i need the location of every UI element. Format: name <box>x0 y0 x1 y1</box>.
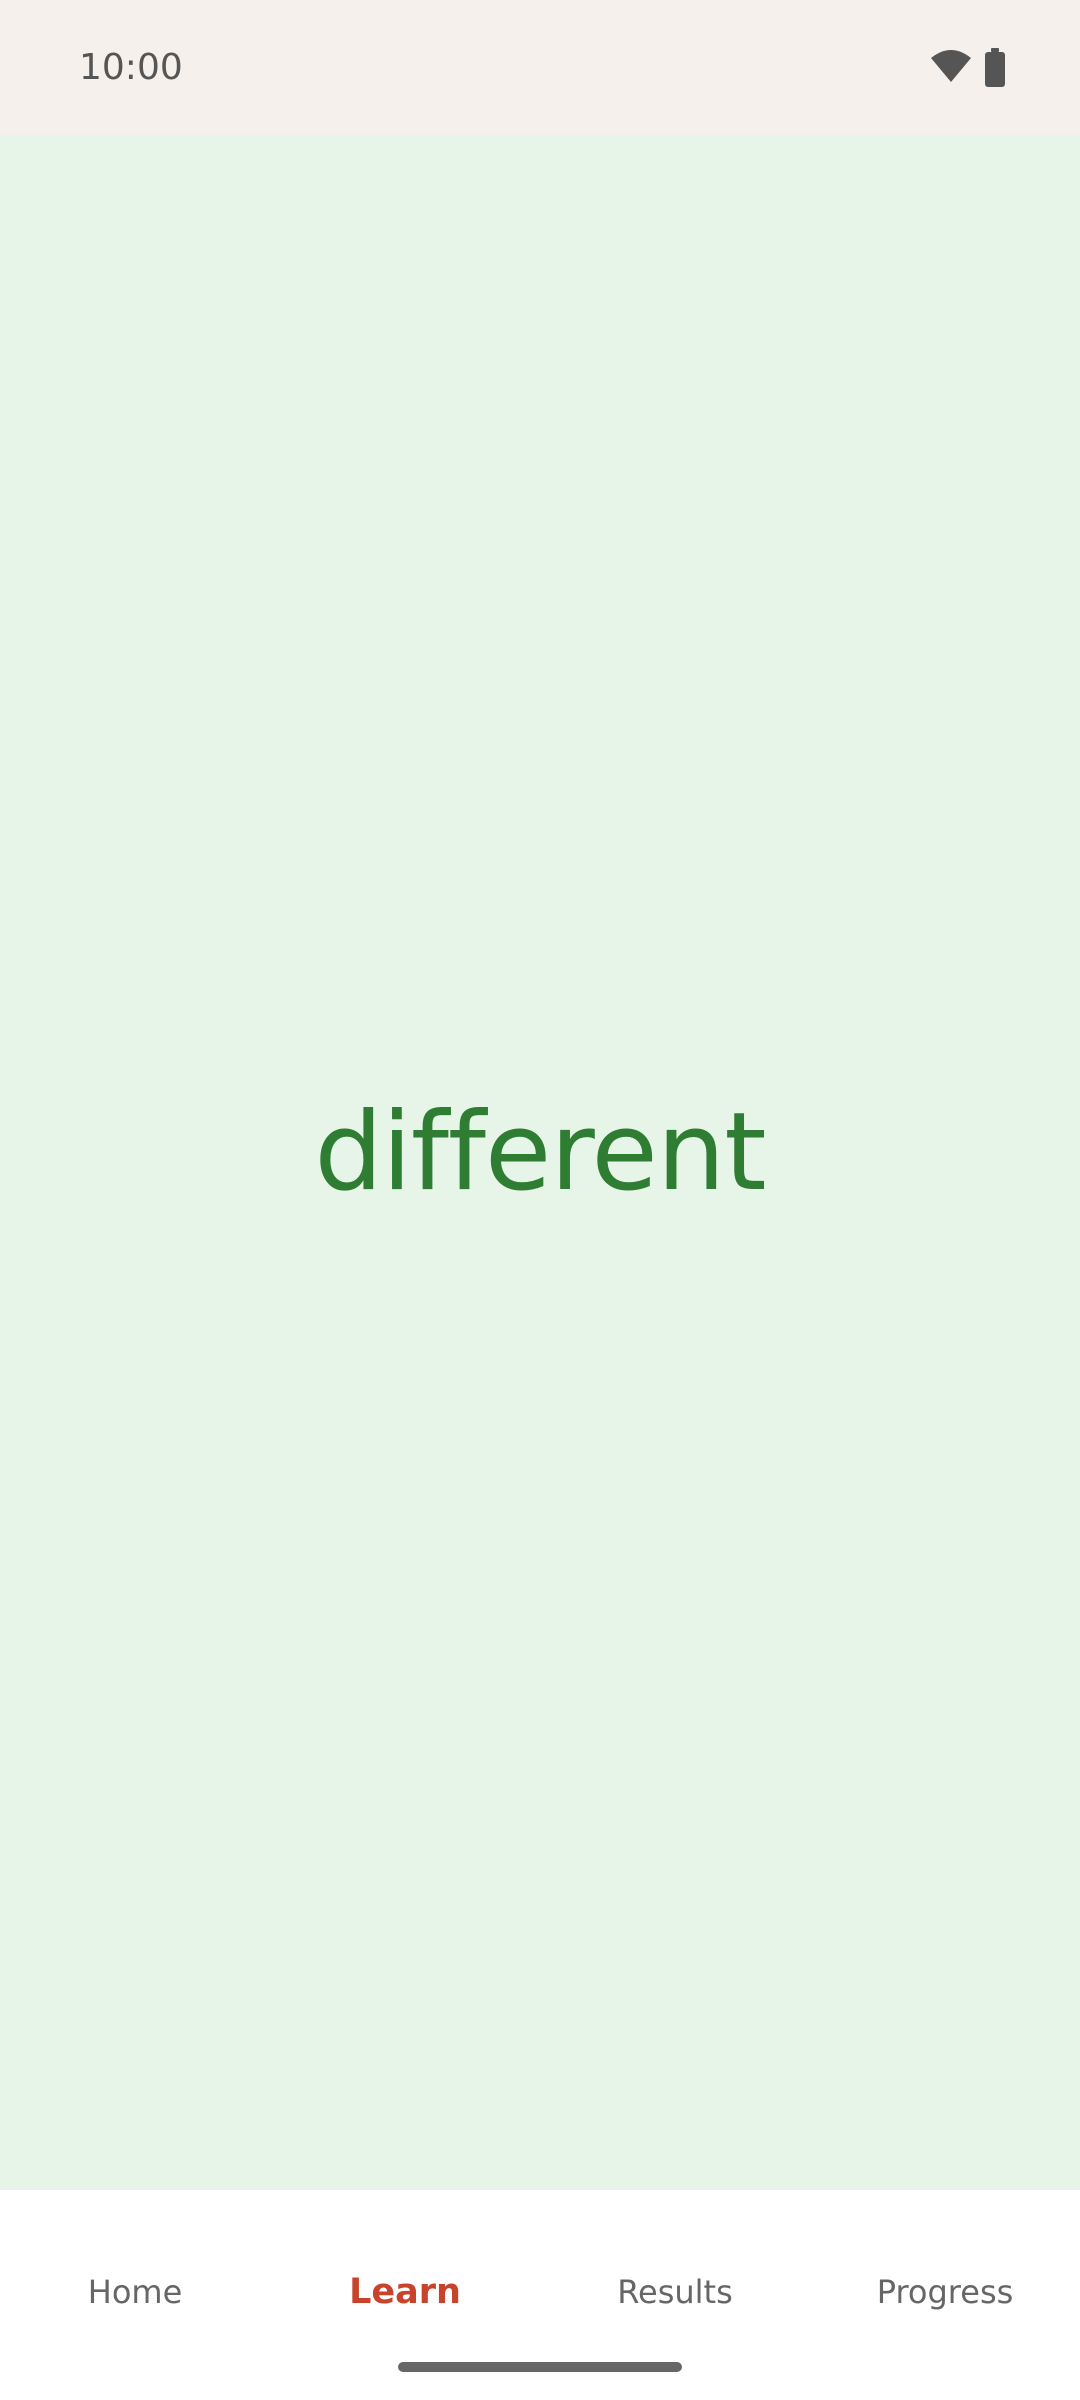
gesture-handle[interactable] <box>398 2362 682 2372</box>
nav-item-progress[interactable]: Progress <box>810 2272 1080 2312</box>
status-icons <box>930 48 1006 88</box>
flashcard-area[interactable]: different <box>0 135 1080 2190</box>
nav-item-home[interactable]: Home <box>0 2272 270 2312</box>
wifi-icon <box>930 48 972 88</box>
battery-icon <box>984 48 1006 88</box>
nav-item-results[interactable]: Results <box>540 2272 810 2312</box>
status-bar: 10:00 <box>0 0 1080 135</box>
flashcard-word: different <box>314 1090 766 1215</box>
status-time: 10:00 <box>79 47 183 88</box>
nav-item-learn[interactable]: Learn <box>270 2272 540 2312</box>
